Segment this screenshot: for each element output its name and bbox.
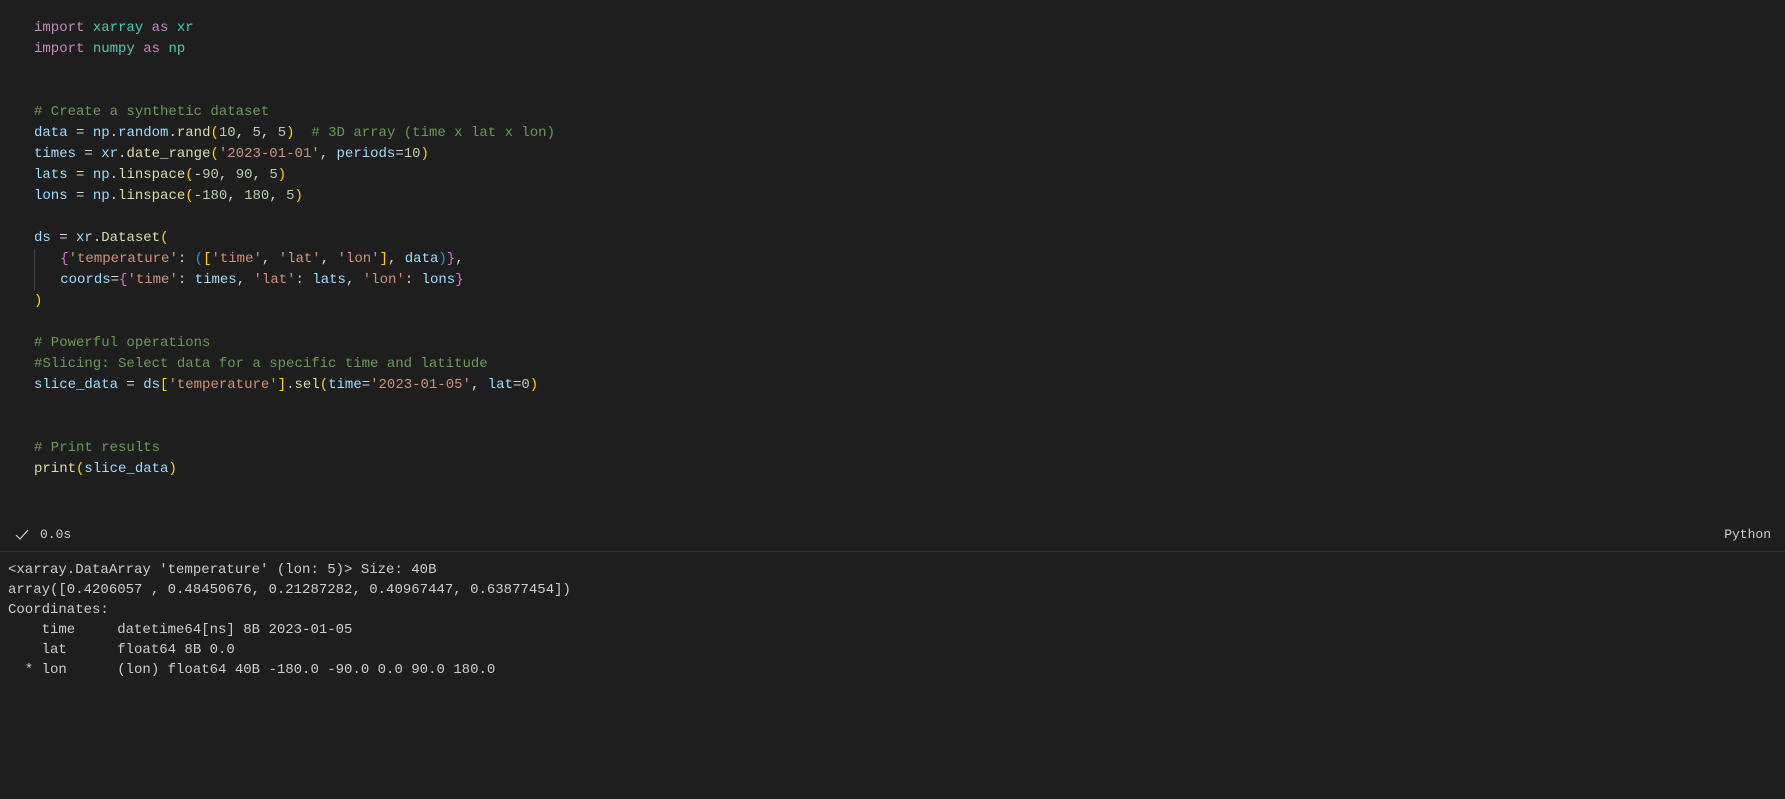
- module-name: numpy: [93, 41, 135, 57]
- kernel-selector[interactable]: Python: [1724, 525, 1771, 545]
- code-line-comment[interactable]: #Slicing: Select data for a specific tim…: [34, 354, 1785, 375]
- code-line-lons[interactable]: lons = np.linspace(-180, 180, 5): [34, 186, 1785, 207]
- output-line: * lon (lon) float64 40B -180.0 -90.0 0.0…: [8, 660, 1777, 680]
- code-line-ds[interactable]: ds = xr.Dataset(: [34, 228, 1785, 249]
- keyword-import: import: [34, 41, 84, 57]
- keyword-as: as: [143, 41, 160, 57]
- code-line-ds-dict[interactable]: {'temperature': (['time', 'lat', 'lon'],…: [34, 249, 1785, 270]
- output-line: Coordinates:: [8, 600, 1777, 620]
- code-line-blank[interactable]: [34, 81, 1785, 102]
- code-line-comment[interactable]: # Print results: [34, 438, 1785, 459]
- check-icon: [14, 527, 30, 543]
- code-cell[interactable]: import xarray as xr import numpy as np #…: [0, 0, 1785, 519]
- code-line-ds-close[interactable]: ): [34, 291, 1785, 312]
- code-line-blank[interactable]: [34, 312, 1785, 333]
- code-line-1[interactable]: import xarray as xr: [34, 18, 1785, 39]
- alias: np: [168, 41, 185, 57]
- output-line: array([0.4206057 , 0.48450676, 0.2128728…: [8, 580, 1777, 600]
- code-line-blank[interactable]: [34, 417, 1785, 438]
- code-line-blank[interactable]: [34, 60, 1785, 81]
- code-line-blank[interactable]: [34, 207, 1785, 228]
- code-line-2[interactable]: import numpy as np: [34, 39, 1785, 60]
- output-cell: <xarray.DataArray 'temperature' (lon: 5)…: [0, 552, 1785, 710]
- code-line-slice[interactable]: slice_data = ds['temperature'].sel(time=…: [34, 375, 1785, 396]
- comment: # 3D array (time x lat x lon): [295, 125, 555, 141]
- code-line-times[interactable]: times = xr.date_range('2023-01-01', peri…: [34, 144, 1785, 165]
- keyword-import: import: [34, 20, 84, 36]
- code-line-blank[interactable]: [34, 396, 1785, 417]
- code-line-blank[interactable]: [34, 480, 1785, 501]
- output-line: time datetime64[ns] 8B 2023-01-05: [8, 620, 1777, 640]
- output-line: <xarray.DataArray 'temperature' (lon: 5)…: [8, 560, 1777, 580]
- func: rand: [177, 125, 211, 141]
- keyword-as: as: [152, 20, 169, 36]
- cell-status-bar: 0.0s Python: [0, 519, 1785, 552]
- module-name: xarray: [93, 20, 143, 36]
- code-line-print[interactable]: print(slice_data): [34, 459, 1785, 480]
- alias: xr: [177, 20, 194, 36]
- code-line-ds-coords[interactable]: coords={'time': times, 'lat': lats, 'lon…: [34, 270, 1785, 291]
- code-line-lats[interactable]: lats = np.linspace(-90, 90, 5): [34, 165, 1785, 186]
- status-left: 0.0s: [14, 525, 71, 545]
- code-line-comment[interactable]: # Create a synthetic dataset: [34, 102, 1785, 123]
- code-line-data[interactable]: data = np.random.rand(10, 5, 5) # 3D arr…: [34, 123, 1785, 144]
- code-line-comment[interactable]: # Powerful operations: [34, 333, 1785, 354]
- var: data: [34, 125, 68, 141]
- comment: # Create a synthetic dataset: [34, 104, 269, 120]
- execution-time: 0.0s: [40, 525, 71, 545]
- output-line: lat float64 8B 0.0: [8, 640, 1777, 660]
